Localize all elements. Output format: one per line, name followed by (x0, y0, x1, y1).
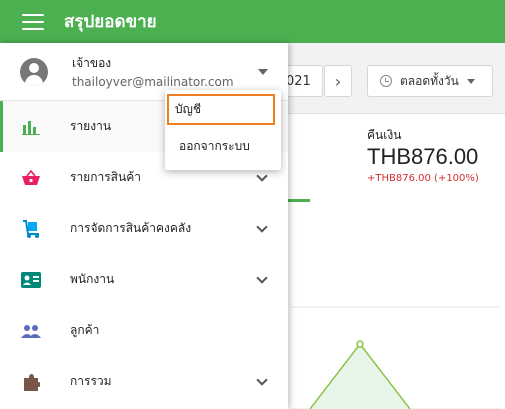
nav-item-label: รายงาน (70, 119, 112, 133)
chevron-down-icon (256, 374, 268, 386)
chevron-down-icon (256, 272, 268, 284)
account-menu: บัญชี ออกจากระบบ (165, 90, 281, 170)
menu-item-logout[interactable]: ออกจากระบบ (165, 127, 281, 165)
nav-item-customers[interactable]: ลูกค้า (0, 305, 288, 356)
account-role: เจ้าของ (72, 56, 112, 70)
app-bar: สรุปยอดขาย (0, 0, 505, 43)
account-email: thailoyver@mailinator.com (72, 75, 234, 89)
hamburger-icon[interactable] (22, 13, 44, 30)
nav-item-label: ลูกค้า (70, 323, 100, 337)
badge-icon (20, 269, 42, 291)
area-series (310, 344, 410, 409)
time-range-label: ตลอดทั้งวัน (400, 73, 459, 88)
people-icon (20, 320, 42, 342)
page-title: สรุปยอดขาย (64, 12, 157, 32)
data-point (356, 340, 364, 348)
nav-item-label: การจัดการสินค้าคงคลัง (70, 221, 192, 235)
nav-item-integrations[interactable]: การรวม (0, 356, 288, 407)
next-date-button[interactable]: › (324, 65, 352, 97)
account-circle-icon (20, 57, 48, 86)
time-range-select[interactable]: ตลอดทั้งวัน (367, 65, 493, 97)
refund-value: THB876.00 (367, 144, 479, 169)
chevron-down-icon (256, 221, 268, 233)
refund-delta: +THB876.00 (+100%) (367, 173, 479, 184)
nav-item-employees[interactable]: พนักงาน (0, 254, 288, 305)
refund-chart (290, 306, 500, 409)
nav-item-label: การรวม (70, 374, 112, 388)
account-dropdown-icon[interactable] (258, 69, 268, 75)
nav-item-inventory[interactable]: การจัดการสินค้าคงคลัง (0, 203, 288, 254)
nav-item-label: พนักงาน (70, 272, 115, 286)
bar-chart-icon (20, 116, 42, 138)
chevron-down-icon (256, 170, 268, 182)
basket-icon (20, 167, 42, 189)
dolly-icon (20, 218, 42, 240)
nav-item-label: รายการสินค้า (70, 170, 141, 184)
caret-down-icon (466, 78, 475, 84)
menu-item-account[interactable]: บัญชี (167, 94, 275, 125)
clock-icon (380, 75, 392, 87)
refund-label: คืนเงิน (367, 128, 402, 142)
puzzle-icon (20, 371, 42, 393)
